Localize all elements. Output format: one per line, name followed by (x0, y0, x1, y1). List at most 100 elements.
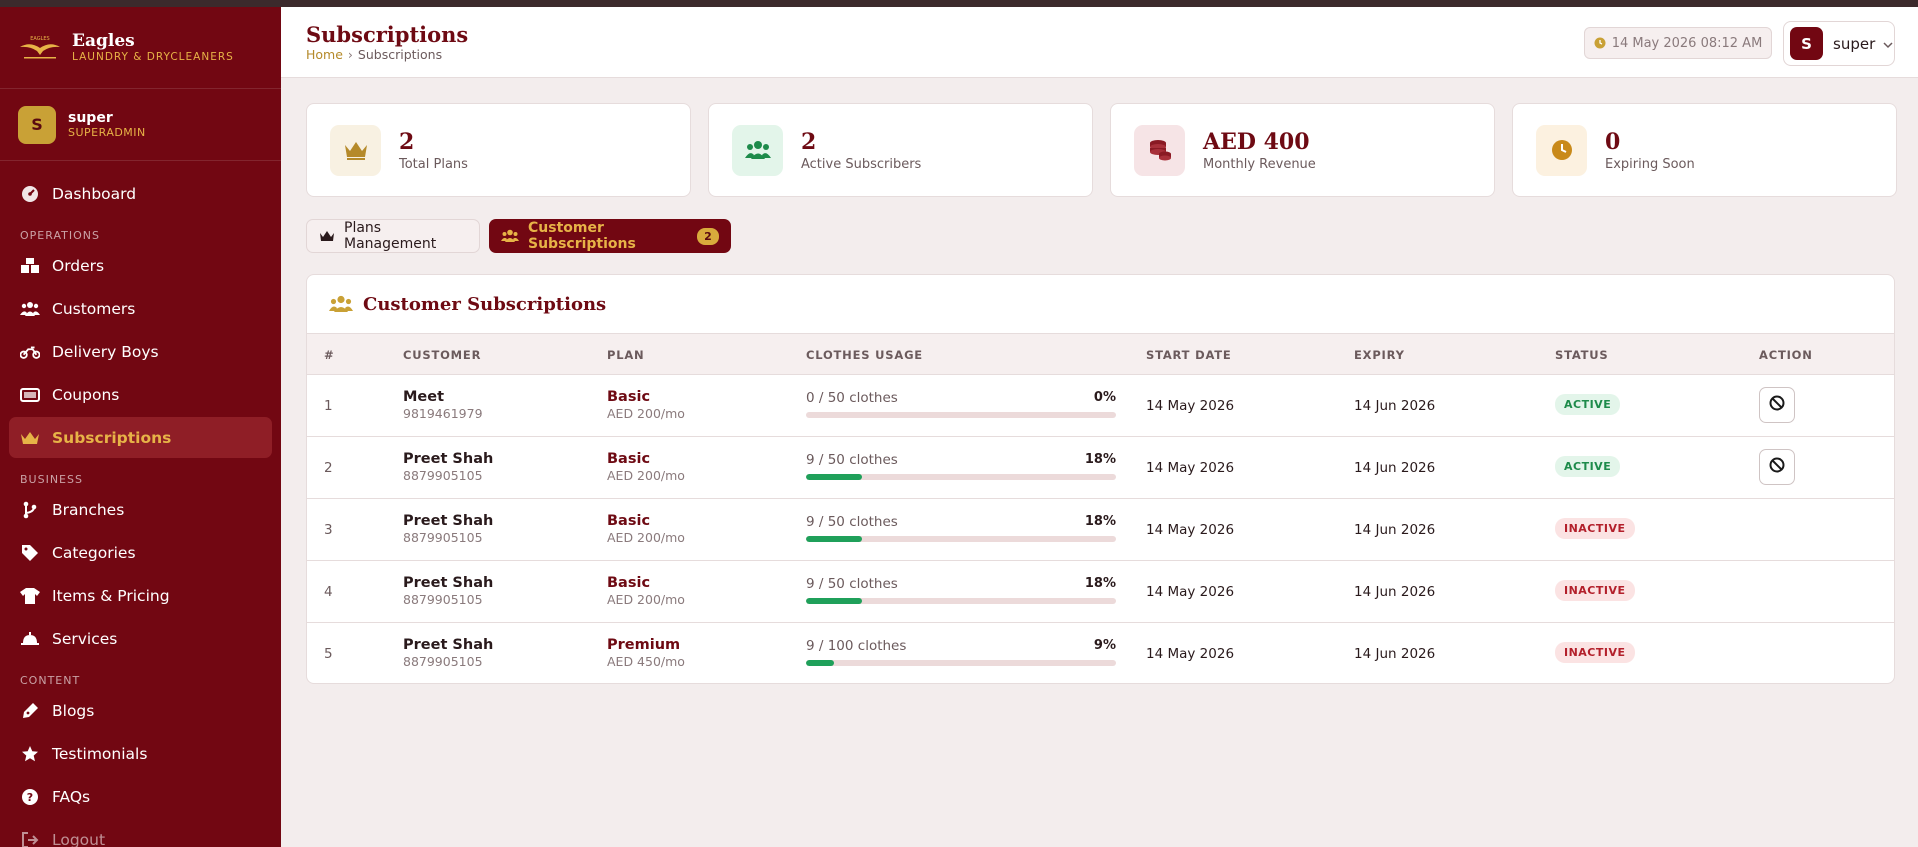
pen-nib-icon (20, 701, 40, 721)
start-date: 14 May 2026 (1146, 584, 1235, 600)
usage-percent: 18% (1084, 576, 1116, 591)
sidebar-item-dashboard[interactable]: Dashboard (9, 173, 272, 214)
sidebar-item-label: Logout (52, 830, 106, 847)
sidebar-item-testimonials[interactable]: Testimonials (9, 733, 272, 774)
sidebar-item-label: Dashboard (52, 184, 137, 203)
plan-price: AED 200/mo (607, 592, 685, 607)
stat-value: 2 (399, 128, 415, 155)
usage-text: 0 / 50 clothes (806, 390, 898, 406)
avatar: S (1790, 27, 1823, 60)
expiry-date: 14 Jun 2026 (1354, 522, 1436, 538)
sidebar-item-label: Blogs (52, 701, 95, 720)
brand[interactable]: EAGLES Eagles LAUNDRY & DRYCLEANERS (0, 7, 281, 89)
sidebar-item-categories[interactable]: Categories (9, 532, 272, 573)
sidebar-item-logout[interactable]: Logout (9, 819, 272, 847)
sidebar-item-subscriptions[interactable]: Subscriptions (9, 417, 272, 458)
stat-value: 0 (1605, 128, 1621, 155)
sidebar-item-label: Items & Pricing (52, 586, 170, 605)
chevron-down-icon (1883, 34, 1893, 53)
status-cell: ACTIVE (1555, 393, 1621, 415)
dashboard-gauge-icon (20, 184, 40, 204)
sidebar-item-branches[interactable]: Branches (9, 489, 272, 530)
customer-cell: Preet Shah 8879905105 (403, 512, 493, 546)
sidebar-user-name: super (68, 110, 113, 126)
brand-name: Eagles (72, 30, 135, 51)
usage-cell: 9 / 50 clothes 18% (806, 576, 1116, 604)
nav-section-operations: OPERATIONS (20, 229, 100, 242)
sidebar-item-blogs[interactable]: Blogs (9, 690, 272, 731)
usage-cell: 9 / 50 clothes 18% (806, 514, 1116, 542)
status-badge: INACTIVE (1555, 518, 1635, 539)
code-branch-icon (20, 500, 40, 520)
tags-icon (20, 543, 40, 563)
sidebar-item-label: Delivery Boys (52, 342, 159, 361)
sidebar-item-label: Orders (52, 256, 105, 275)
tab-label: Customer Subscriptions (528, 220, 636, 252)
column-header-num: # (324, 348, 335, 362)
sidebar-item-delivery-boys[interactable]: Delivery Boys (9, 331, 272, 372)
customer-name: Preet Shah (403, 575, 494, 591)
sidebar-item-customers[interactable]: Customers (9, 288, 272, 329)
plan-name: Premium (607, 637, 681, 653)
stat-card-expiring-soon: 0 Expiring Soon (1512, 103, 1897, 197)
logo-text: EAGLES (30, 36, 50, 42)
deactivate-button[interactable] (1759, 449, 1795, 485)
card-header: Customer Subscriptions (307, 275, 1894, 334)
row-number: 1 (324, 398, 333, 414)
datetime-display: 14 May 2026 08:12 AM (1584, 27, 1772, 59)
row-number: 4 (324, 584, 333, 600)
users-icon (501, 229, 519, 243)
table-row: 2 Preet Shah 8879905105 Basic AED 200/mo… (307, 437, 1894, 499)
expiry-date: 14 Jun 2026 (1354, 646, 1436, 662)
tab-plans-management[interactable]: Plans Management (306, 219, 480, 253)
breadcrumb-home-link[interactable]: Home (306, 47, 343, 62)
sidebar-item-label: Testimonials (52, 744, 148, 763)
column-header-expiry: EXPIRY (1354, 348, 1405, 362)
user-menu-dropdown[interactable]: S super (1783, 21, 1895, 66)
sidebar-item-services[interactable]: Services (9, 618, 272, 659)
status-cell: INACTIVE (1555, 517, 1635, 539)
sidebar-item-label: Customers (52, 299, 136, 318)
top-header: Subscriptions Home › Subscriptions 14 Ma… (281, 7, 1918, 78)
column-header-usage: CLOTHES USAGE (806, 348, 923, 362)
action-cell (1759, 449, 1795, 485)
clock-icon (1536, 124, 1587, 176)
status-cell: ACTIVE (1555, 455, 1621, 477)
column-header-customer: CUSTOMER (403, 348, 482, 362)
sidebar-item-faqs[interactable]: ? FAQs (9, 776, 272, 817)
status-badge: INACTIVE (1555, 580, 1635, 601)
column-header-plan: PLAN (607, 348, 645, 362)
shirt-icon (20, 586, 40, 606)
status-badge: ACTIVE (1555, 394, 1621, 415)
usage-cell: 9 / 100 clothes 9% (806, 638, 1116, 666)
usage-progress-bar (806, 412, 1116, 418)
customer-cell: Preet Shah 8879905105 (403, 636, 493, 670)
usage-progress-bar (806, 474, 1116, 480)
customer-subscriptions-card: Customer Subscriptions # CUSTOMER PLAN C… (306, 274, 1895, 684)
usage-progress-fill (806, 536, 862, 542)
plan-price: AED 200/mo (607, 406, 685, 421)
usage-progress-fill (806, 474, 862, 480)
clock-icon (1594, 37, 1606, 49)
status-badge: ACTIVE (1555, 456, 1621, 477)
customer-cell: Meet 9819461979 (403, 388, 483, 422)
coins-icon (1134, 124, 1185, 176)
service-bell-icon (20, 629, 40, 649)
usage-percent: 18% (1084, 452, 1116, 467)
expiry-date: 14 Jun 2026 (1354, 460, 1436, 476)
sidebar-item-items-pricing[interactable]: Items & Pricing (9, 575, 272, 616)
customer-cell: Preet Shah 8879905105 (403, 574, 493, 608)
sidebar-item-coupons[interactable]: Coupons (9, 374, 272, 415)
deactivate-button[interactable] (1759, 387, 1795, 423)
sidebar-user-avatar: S (18, 105, 56, 144)
user-menu-name: super (1833, 34, 1876, 53)
start-date: 14 May 2026 (1146, 522, 1235, 538)
tab-customer-subscriptions[interactable]: Customer Subscriptions 2 (489, 219, 731, 253)
customer-name: Preet Shah (403, 451, 494, 467)
crown-icon (20, 428, 40, 448)
plan-cell: Basic AED 200/mo (607, 388, 685, 422)
sidebar-item-orders[interactable]: Orders (9, 245, 272, 286)
table-row: 1 Meet 9819461979 Basic AED 200/mo 0 / 5… (307, 375, 1894, 437)
breadcrumb: Home › Subscriptions (306, 47, 442, 62)
page-title: Subscriptions (306, 22, 469, 47)
